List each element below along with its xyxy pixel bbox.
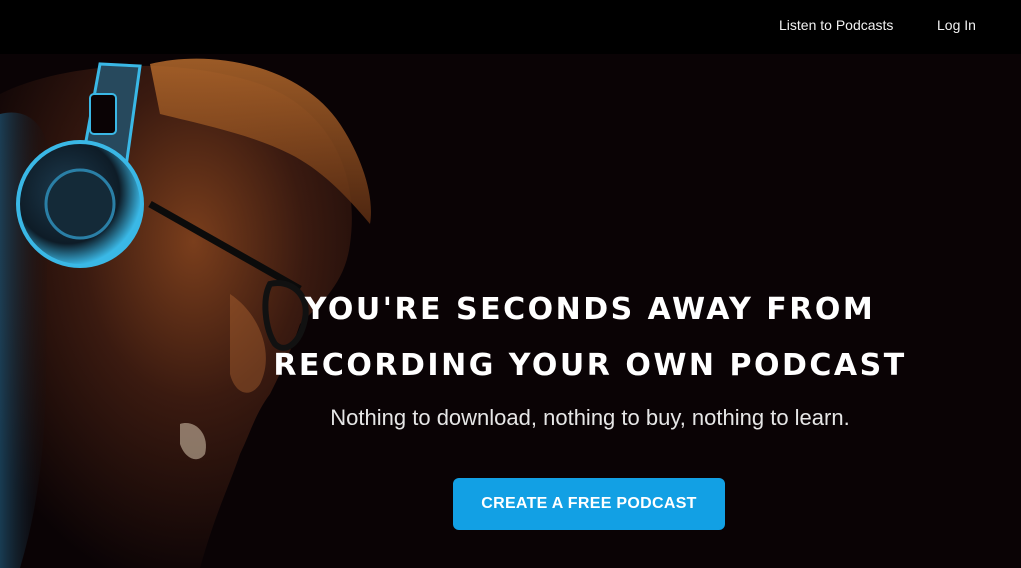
hero-subheadline: Nothing to download, nothing to buy, not… <box>330 405 850 430</box>
hero-headline-line-2: RECORDING YOUR OWN PODCAST <box>273 348 907 383</box>
hero-headline-line-1: YOU'RE SECONDS AWAY FROM <box>304 292 876 327</box>
listen-to-podcasts-link[interactable]: Listen to Podcasts <box>779 17 893 33</box>
log-in-link[interactable]: Log In <box>937 17 976 33</box>
landing-page: Listen to Podcasts Log In YOU'RE SECONDS… <box>0 0 1021 568</box>
top-navigation-bar: Listen to Podcasts Log In <box>0 0 1021 54</box>
create-free-podcast-button[interactable]: CREATE A FREE PODCAST <box>453 478 725 530</box>
hero-headline: YOU'RE SECONDS AWAY FROM RECORDING YOUR … <box>270 282 910 394</box>
